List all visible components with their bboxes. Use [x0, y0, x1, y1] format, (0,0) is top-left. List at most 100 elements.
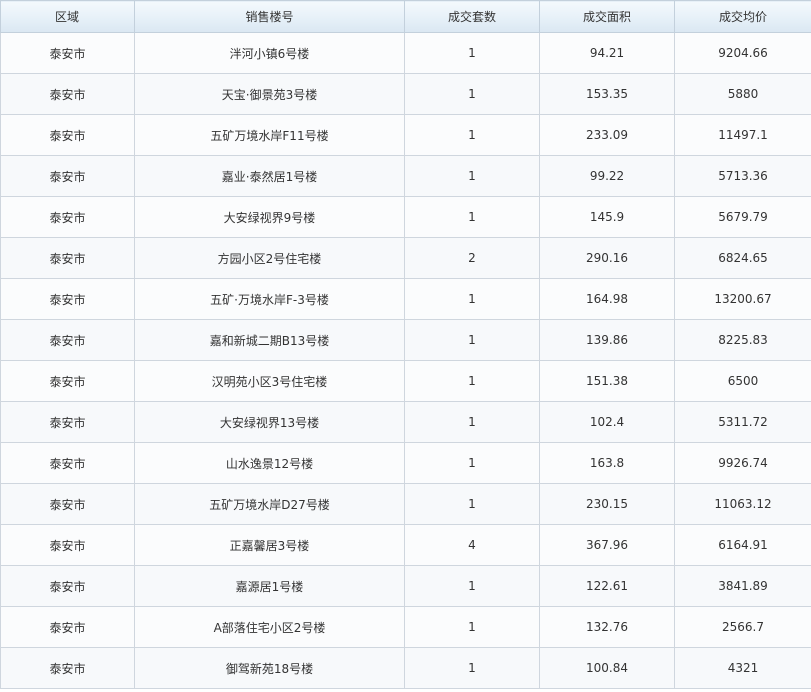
table-row: 泰安市 嘉源居1号楼 1 122.61 3841.89: [0, 565, 811, 607]
header-units: 成交套数: [404, 0, 540, 33]
cell-avg-price: 6500: [674, 360, 811, 402]
cell-region: 泰安市: [0, 524, 135, 566]
table-row: 泰安市 大安绿视界13号楼 1 102.4 5311.72: [0, 401, 811, 443]
cell-region: 泰安市: [0, 483, 135, 525]
table-row: 泰安市 山水逸景12号楼 1 163.8 9926.74: [0, 442, 811, 484]
table-row: 泰安市 御驾新苑18号楼 1 100.84 4321: [0, 647, 811, 689]
table-row: 泰安市 嘉和新城二期B13号楼 1 139.86 8225.83: [0, 319, 811, 361]
cell-units: 1: [404, 114, 540, 156]
cell-region: 泰安市: [0, 155, 135, 197]
cell-area: 164.98: [539, 278, 675, 320]
cell-avg-price: 9204.66: [674, 32, 811, 74]
cell-building: 嘉业·泰然居1号楼: [134, 155, 405, 197]
cell-avg-price: 4321: [674, 647, 811, 689]
header-region: 区域: [0, 0, 135, 33]
cell-building: 大安绿视界13号楼: [134, 401, 405, 443]
cell-region: 泰安市: [0, 114, 135, 156]
cell-units: 4: [404, 524, 540, 566]
cell-avg-price: 6824.65: [674, 237, 811, 279]
header-building: 销售楼号: [134, 0, 405, 33]
table-row: 泰安市 A部落住宅小区2号楼 1 132.76 2566.7: [0, 606, 811, 648]
cell-area: 102.4: [539, 401, 675, 443]
cell-area: 122.61: [539, 565, 675, 607]
cell-units: 1: [404, 647, 540, 689]
cell-avg-price: 5713.36: [674, 155, 811, 197]
cell-region: 泰安市: [0, 360, 135, 402]
table-row: 泰安市 大安绿视界9号楼 1 145.9 5679.79: [0, 196, 811, 238]
cell-avg-price: 5679.79: [674, 196, 811, 238]
cell-units: 1: [404, 278, 540, 320]
cell-units: 1: [404, 32, 540, 74]
cell-region: 泰安市: [0, 196, 135, 238]
cell-avg-price: 13200.67: [674, 278, 811, 320]
cell-building: 五矿·万境水岸F-3号楼: [134, 278, 405, 320]
cell-region: 泰安市: [0, 647, 135, 689]
cell-units: 1: [404, 606, 540, 648]
cell-avg-price: 11497.1: [674, 114, 811, 156]
cell-building: 五矿万境水岸F11号楼: [134, 114, 405, 156]
table-body: 泰安市 泮河小镇6号楼 1 94.21 9204.66 泰安市 天宝·御景苑3号楼 1 153.…: [0, 32, 811, 689]
cell-building: 嘉源居1号楼: [134, 565, 405, 607]
cell-avg-price: 8225.83: [674, 319, 811, 361]
cell-building: 泮河小镇6号楼: [134, 32, 405, 74]
cell-area: 94.21: [539, 32, 675, 74]
cell-units: 1: [404, 483, 540, 525]
table-row: 泰安市 方园小区2号住宅楼 2 290.16 6824.65: [0, 237, 811, 279]
sales-table: 区域 销售楼号 成交套数 成交面积 成交均价 泰安市 泮河小镇6号楼 1 94.21 9…: [0, 0, 811, 689]
cell-region: 泰安市: [0, 565, 135, 607]
cell-region: 泰安市: [0, 32, 135, 74]
cell-area: 233.09: [539, 114, 675, 156]
cell-avg-price: 5880: [674, 73, 811, 115]
cell-area: 290.16: [539, 237, 675, 279]
cell-area: 153.35: [539, 73, 675, 115]
cell-building: 五矿万境水岸D27号楼: [134, 483, 405, 525]
cell-avg-price: 6164.91: [674, 524, 811, 566]
cell-region: 泰安市: [0, 237, 135, 279]
cell-avg-price: 11063.12: [674, 483, 811, 525]
cell-area: 230.15: [539, 483, 675, 525]
cell-building: 嘉和新城二期B13号楼: [134, 319, 405, 361]
cell-avg-price: 9926.74: [674, 442, 811, 484]
cell-area: 163.8: [539, 442, 675, 484]
cell-units: 1: [404, 73, 540, 115]
cell-building: 方园小区2号住宅楼: [134, 237, 405, 279]
cell-building: 御驾新苑18号楼: [134, 647, 405, 689]
cell-region: 泰安市: [0, 401, 135, 443]
table-row: 泰安市 五矿·万境水岸F-3号楼 1 164.98 13200.67: [0, 278, 811, 320]
cell-avg-price: 2566.7: [674, 606, 811, 648]
cell-region: 泰安市: [0, 442, 135, 484]
cell-area: 151.38: [539, 360, 675, 402]
cell-area: 367.96: [539, 524, 675, 566]
cell-building: 山水逸景12号楼: [134, 442, 405, 484]
cell-region: 泰安市: [0, 73, 135, 115]
cell-building: 汉明苑小区3号住宅楼: [134, 360, 405, 402]
cell-units: 1: [404, 442, 540, 484]
cell-units: 1: [404, 360, 540, 402]
cell-units: 1: [404, 319, 540, 361]
header-avg-price: 成交均价: [674, 0, 811, 33]
table-row: 泰安市 嘉业·泰然居1号楼 1 99.22 5713.36: [0, 155, 811, 197]
cell-avg-price: 3841.89: [674, 565, 811, 607]
table-row: 泰安市 汉明苑小区3号住宅楼 1 151.38 6500: [0, 360, 811, 402]
cell-units: 1: [404, 565, 540, 607]
cell-avg-price: 5311.72: [674, 401, 811, 443]
cell-building: 天宝·御景苑3号楼: [134, 73, 405, 115]
cell-region: 泰安市: [0, 606, 135, 648]
table-row: 泰安市 五矿万境水岸F11号楼 1 233.09 11497.1: [0, 114, 811, 156]
cell-building: A部落住宅小区2号楼: [134, 606, 405, 648]
cell-units: 1: [404, 155, 540, 197]
cell-area: 132.76: [539, 606, 675, 648]
cell-area: 100.84: [539, 647, 675, 689]
table-row: 泰安市 正嘉馨居3号楼 4 367.96 6164.91: [0, 524, 811, 566]
cell-units: 1: [404, 401, 540, 443]
table-row: 泰安市 泮河小镇6号楼 1 94.21 9204.66: [0, 32, 811, 74]
cell-building: 大安绿视界9号楼: [134, 196, 405, 238]
cell-area: 99.22: [539, 155, 675, 197]
table-header-row: 区域 销售楼号 成交套数 成交面积 成交均价: [0, 0, 811, 33]
table-row: 泰安市 五矿万境水岸D27号楼 1 230.15 11063.12: [0, 483, 811, 525]
cell-units: 2: [404, 237, 540, 279]
cell-building: 正嘉馨居3号楼: [134, 524, 405, 566]
table-row: 泰安市 天宝·御景苑3号楼 1 153.35 5880: [0, 73, 811, 115]
cell-region: 泰安市: [0, 278, 135, 320]
cell-area: 145.9: [539, 196, 675, 238]
